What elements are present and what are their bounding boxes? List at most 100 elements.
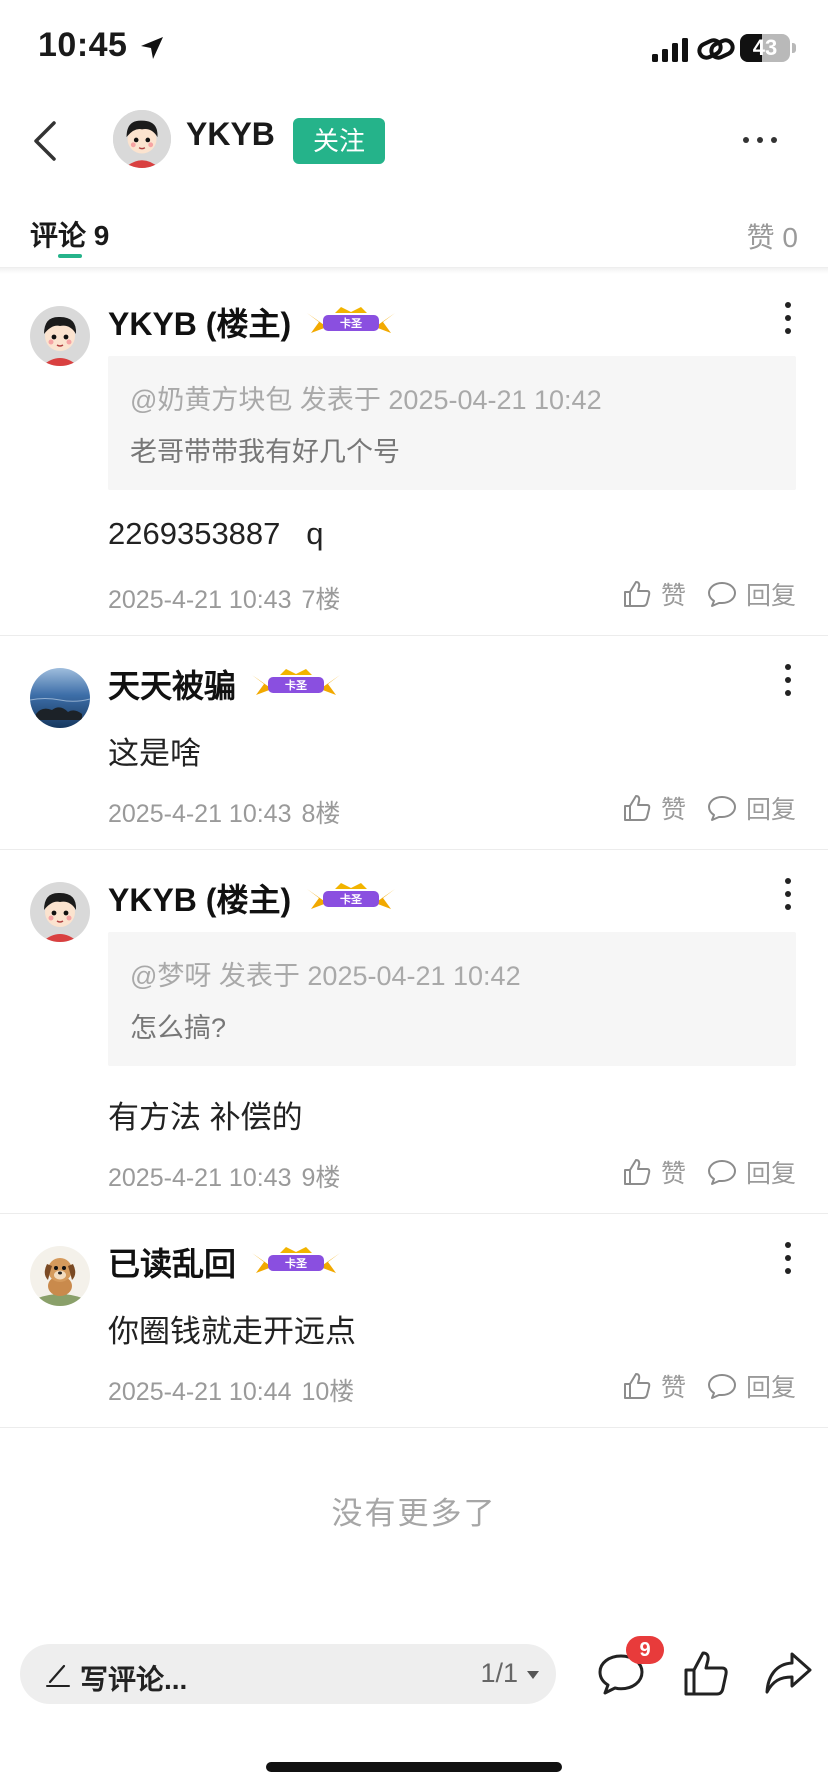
commenter-avatar[interactable] [30,1246,90,1306]
like-button[interactable]: 赞 [621,1154,686,1190]
comment-floor: 10楼 [301,1378,355,1406]
quoted-comment[interactable]: @奶黄方块包 发表于 2025-04-21 10:42 老哥带带我有好几个号 [108,356,796,490]
end-of-list-text: 没有更多了 [331,1496,497,1531]
user-rank-badge: 卡圣 [307,307,396,333]
active-tab-indicator [58,254,82,258]
comment-input[interactable]: 写评论... 1/1 [20,1644,556,1704]
comment-time: 2025-4-21 10:43 [108,800,292,828]
thumbs-up-icon [623,1373,651,1399]
quoted-comment[interactable]: @梦呀 发表于 2025-04-21 10:42 怎么搞? [108,932,796,1066]
comment-meta: 2025-4-21 10:44 10楼 [108,1372,354,1408]
pen-icon [46,1664,70,1687]
caret-down-icon[interactable] [526,1670,540,1680]
post-header: YKYB 关注 [0,100,828,200]
speech-bubble-icon [707,796,736,821]
comment-floor: 8楼 [301,800,341,828]
badge-text: 卡圣 [285,678,308,692]
bottom-action-bar: 写评论... 1/1 9 [0,1636,828,1710]
tab-comments[interactable]: 评论 9 [30,214,109,254]
comment-item: 天天被骗 卡圣 这是啥 2025-4-21 10:43 8楼 赞 回复 [0,636,828,850]
comment-menu-icon[interactable] [782,876,794,912]
comment-header: 已读乱回 卡圣 [108,1242,342,1282]
ocean-rocks-avatar-icon [30,668,90,728]
thumbs-up-icon[interactable] [682,1648,730,1698]
like-button[interactable]: 赞 [621,1368,686,1404]
comment-menu-icon[interactable] [782,1240,794,1276]
comment-floor: 7楼 [301,586,341,614]
like-label: 赞 [660,1374,686,1402]
more-options-icon[interactable] [740,130,780,150]
commenter-avatar[interactable] [30,668,90,728]
share-arrow-icon[interactable] [764,1650,814,1696]
reply-button[interactable]: 回复 [706,790,796,826]
badge-text: 卡圣 [340,316,363,330]
tab-likes[interactable]: 赞 0 [747,216,798,256]
comment-floor: 9楼 [301,1164,341,1192]
badge-text: 卡圣 [340,892,363,906]
author-name[interactable]: YKYB [186,116,275,153]
comment-item: 已读乱回 卡圣 你圈钱就走开远点 2025-4-21 10:44 10楼 赞 回复 [0,1214,828,1428]
comment-time: 2025-4-21 10:43 [108,1164,292,1192]
back-chevron-icon[interactable] [30,120,60,162]
user-rank-badge: 卡圣 [252,1247,341,1273]
comment-text: 这是啥 [108,736,201,771]
author-avatar[interactable] [113,110,171,168]
comment-text: 你圈钱就走开远点 [108,1314,356,1349]
comment-menu-icon[interactable] [782,300,794,336]
follow-button[interactable]: 关注 [293,118,385,164]
thumbs-up-icon [623,1159,651,1185]
commenter-name[interactable]: 已读乱回 [108,1239,236,1285]
link-icon [697,38,735,60]
reply-label: 回复 [745,582,796,610]
cellular-signal-icon [652,38,688,62]
commenter-name[interactable]: YKYB (楼主) [108,875,291,921]
commenter-name[interactable]: 天天被骗 [108,661,236,707]
reply-button[interactable]: 回复 [706,576,796,612]
cartoon-boy-avatar-icon [30,306,90,366]
comment-header: YKYB (楼主) 卡圣 [108,878,397,918]
comment-actions: 赞 回复 [621,1368,796,1404]
comment-meta: 2025-4-21 10:43 9楼 [108,1158,340,1194]
reply-button[interactable]: 回复 [706,1154,796,1190]
battery-level: 43 [752,35,778,60]
reply-label: 回复 [745,796,796,824]
comment-meta: 2025-4-21 10:43 8楼 [108,794,340,830]
user-rank-badge: 卡圣 [252,669,341,695]
user-rank-badge: 卡圣 [307,883,396,909]
speech-bubble-icon [707,1374,736,1399]
comment-menu-icon[interactable] [782,662,794,698]
comment-input-placeholder: 写评论... [80,1664,188,1695]
status-time: 10:45 [38,26,128,64]
comment-count-badge: 9 [626,1636,664,1664]
home-indicator [266,1762,562,1772]
badge-text: 卡圣 [285,1256,308,1270]
comment-header: 天天被骗 卡圣 [108,664,342,704]
like-button[interactable]: 赞 [621,576,686,612]
comment-header: YKYB (楼主) 卡圣 [108,302,397,342]
commenter-avatar[interactable] [30,882,90,942]
thumbs-up-icon [623,581,651,607]
quote-header: @梦呀 发表于 2025-04-21 10:42 [130,961,521,991]
page-indicator[interactable]: 1/1 [480,1658,518,1689]
reply-button[interactable]: 回复 [706,1368,796,1404]
speech-bubble-icon [707,1160,736,1185]
puppy-avatar-icon [30,1246,90,1306]
status-bar: 10:45 43 [0,0,828,100]
comment-text: 有方法 补偿的 [108,1100,303,1135]
comment-meta: 2025-4-21 10:43 7楼 [108,580,340,616]
quote-body: 怎么搞? [130,1013,227,1043]
commenter-name[interactable]: YKYB (楼主) [108,299,291,345]
thumbs-up-icon [623,795,651,821]
location-arrow-icon [141,37,163,59]
commenter-avatar[interactable] [30,306,90,366]
comment-actions: 赞 回复 [621,576,796,612]
like-label: 赞 [660,582,686,610]
like-button[interactable]: 赞 [621,790,686,826]
speech-bubble-icon [707,582,736,607]
battery-indicator: 43 [740,34,790,62]
reply-label: 回复 [745,1374,796,1402]
cartoon-boy-avatar-icon [113,110,171,168]
comment-time: 2025-4-21 10:44 [108,1378,292,1406]
comment-actions: 赞 回复 [621,790,796,826]
cartoon-boy-avatar-icon [30,882,90,942]
